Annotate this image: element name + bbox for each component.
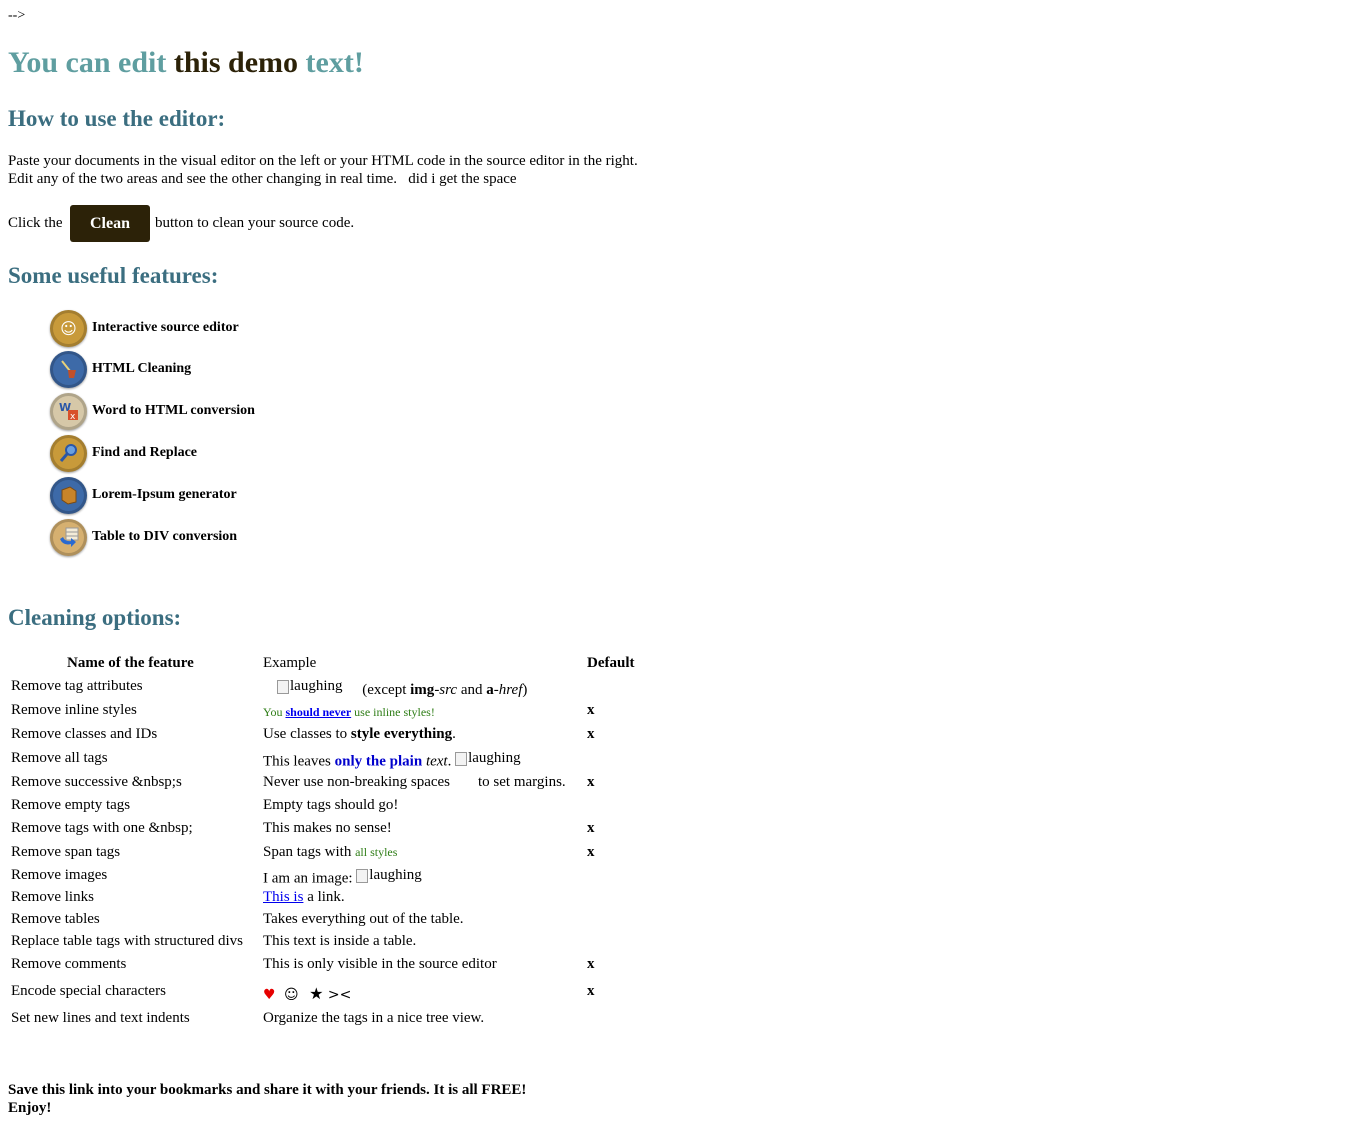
table-row-name: Remove images	[11, 867, 108, 883]
click-the-text: Click the	[8, 215, 63, 231]
table-row-name: Remove tags with one &nbsp;	[11, 820, 193, 836]
table-row-name: Replace table tags with structured divs	[11, 933, 244, 949]
table-row-example: This leaves only the plain text. laughin…	[263, 750, 521, 770]
feature-item: Find and Replace	[50, 433, 197, 473]
table-row-name: Encode special characters	[11, 983, 166, 999]
table-row-name: Remove empty tags	[11, 797, 131, 813]
table-row-example: I am an image: laughing	[263, 867, 422, 887]
feature-item: ☺ Interactive source editor	[50, 308, 239, 348]
feature-label: Word to HTML conversion	[92, 403, 255, 418]
column-header-default: Default	[587, 655, 635, 671]
table-row-example: This text is inside a table.	[263, 933, 417, 949]
cleaning-heading: Cleaning options:	[8, 605, 182, 630]
broken-image: laughing	[277, 678, 343, 695]
example-link[interactable]: should never	[285, 705, 351, 719]
feature-item: Table to DIV conversion	[50, 517, 237, 557]
title-part-2: this demo	[173, 46, 299, 79]
star-icon: ★	[309, 984, 324, 1003]
table-row-name: Remove links	[11, 889, 94, 905]
feature-label: Table to DIV conversion	[92, 529, 238, 544]
title-part-1: You can edit	[8, 46, 167, 79]
title-part-3: text!	[305, 46, 364, 79]
table-row-example: You should never use inline styles!	[263, 705, 435, 719]
feature-label: Find and Replace	[92, 445, 198, 460]
example-text: (except img-src and a-href)	[362, 681, 528, 698]
table-row-example: Empty tags should go!	[263, 797, 399, 813]
default-check: x	[587, 726, 595, 742]
feature-item: Lorem-Ipsum generator	[50, 475, 237, 515]
how-to-line-2: Edit any of the two areas and see the ot…	[8, 171, 517, 187]
table-row-example: Use classes to style everything.	[263, 726, 456, 742]
image-alt-text: laughing	[290, 678, 343, 694]
table-row-example: ♥ ☺ ★ ><	[263, 984, 351, 1003]
feature-item: Wx Word to HTML conversion	[50, 391, 255, 431]
broken-image: laughing	[356, 867, 422, 884]
broken-image: laughing	[455, 750, 521, 767]
table-row-example: Organize the tags in a nice tree view.	[263, 1010, 485, 1026]
table-row-example: This is only visible in the source edito…	[263, 956, 497, 972]
table-row-name: Remove all tags	[11, 750, 108, 766]
table-row-name: Remove inline styles	[11, 702, 137, 718]
how-to-heading: How to use the editor:	[8, 106, 226, 131]
default-check: x	[587, 774, 595, 790]
default-check: x	[587, 820, 595, 836]
smiley-icon: ☺	[284, 987, 299, 1003]
table-row-example: This is a link.	[263, 889, 345, 905]
table-row-name: Remove tables	[11, 911, 100, 927]
gt-lt-text: ><	[327, 987, 352, 1003]
table-row-example: This makes no sense!	[263, 820, 392, 836]
smiley-icon: ☺	[50, 309, 87, 347]
table-row-name: Remove classes and IDs	[11, 726, 158, 742]
table-row-name: Remove successive &nbsp;s	[11, 774, 182, 790]
footer-text: Save this link into your bookmarks and s…	[8, 1081, 526, 1117]
stray-comment-text: -->	[8, 8, 26, 23]
click-post-text: button to clean your source code.	[155, 215, 355, 231]
table-row-example: laughing (except img-src and a-href)	[277, 678, 527, 699]
default-check: x	[587, 956, 595, 972]
feature-label: HTML Cleaning	[92, 361, 192, 376]
table-row-name: Remove tag attributes	[11, 678, 143, 694]
image-alt-text: laughing	[369, 867, 422, 883]
example-link[interactable]: This is	[263, 889, 303, 905]
how-to-line-1: Paste your documents in the visual edito…	[8, 153, 638, 169]
clean-button[interactable]: Clean	[70, 205, 150, 242]
table-row-example: Span tags with all styles	[263, 844, 398, 860]
magnifier-icon	[50, 434, 87, 472]
table-row-name: Remove span tags	[11, 844, 121, 860]
page-title: You can edit this demo text!	[8, 46, 364, 80]
table-row-name: Remove comments	[11, 956, 127, 972]
feature-label: Lorem-Ipsum generator	[92, 487, 237, 502]
image-alt-text: laughing	[468, 750, 521, 766]
feature-item: HTML Cleaning	[50, 349, 191, 389]
column-header-example: Example	[263, 655, 317, 671]
default-check: x	[587, 844, 595, 860]
column-header-name: Name of the feature	[67, 655, 194, 671]
book-icon	[50, 476, 87, 514]
footer-line-2: Enjoy!	[8, 1100, 52, 1116]
table-row-name: Set new lines and text indents	[11, 1010, 190, 1026]
feature-label: Interactive source editor	[92, 320, 239, 335]
footer-line-1: Save this link into your bookmarks and s…	[8, 1082, 527, 1098]
heart-icon: ♥	[263, 987, 276, 1003]
table-arrow-icon	[50, 518, 87, 556]
word-icon: Wx	[50, 392, 87, 430]
default-check: x	[587, 983, 595, 999]
table-row-example: Never use non-breaking spaces to set marg…	[263, 774, 566, 790]
broom-icon	[50, 350, 87, 388]
default-check: x	[587, 702, 595, 718]
features-heading: Some useful features:	[8, 263, 219, 288]
table-row-example: Takes everything out of the table.	[263, 911, 464, 927]
svg-text:x: x	[70, 412, 76, 422]
